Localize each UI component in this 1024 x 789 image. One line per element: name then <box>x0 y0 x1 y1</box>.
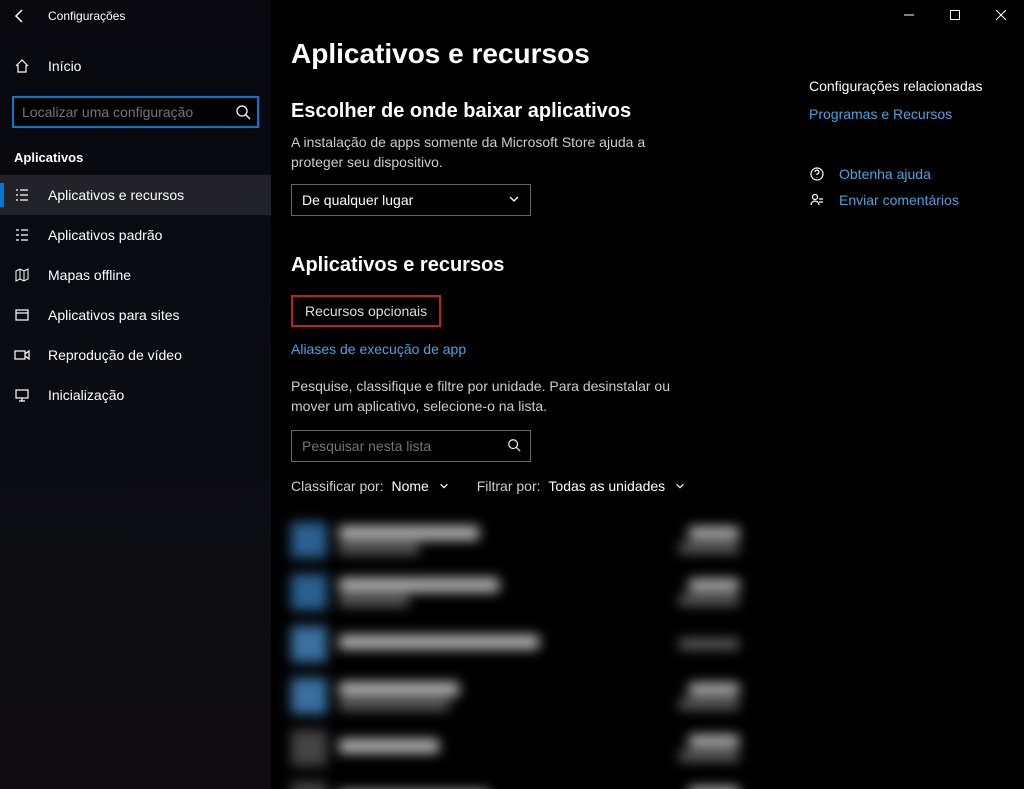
download-source-combo[interactable]: De qualquer lugar <box>291 184 531 216</box>
right-pane: Configurações relacionadas Programas e R… <box>799 0 1024 789</box>
map-icon <box>14 267 30 283</box>
sort-control[interactable]: Classificar por: Nome <box>291 478 449 494</box>
home-icon <box>14 58 30 74</box>
website-icon <box>14 307 30 323</box>
sidebar-item-apps-websites[interactable]: Aplicativos para sites <box>0 295 271 335</box>
section-heading-download: Escolher de onde baixar aplicativos <box>291 100 779 123</box>
sidebar-search <box>12 96 259 128</box>
filter-row: Classificar por: Nome Filtrar por: Todas… <box>291 478 779 494</box>
titlebar: Configurações <box>0 0 271 32</box>
content: Aplicativos e recursos Escolher de onde … <box>271 0 799 789</box>
sidebar-item-startup[interactable]: Inicialização <box>0 375 271 415</box>
send-feedback-link[interactable]: Enviar comentários <box>809 192 1004 208</box>
search-input[interactable] <box>12 96 259 128</box>
list-item[interactable] <box>291 722 779 774</box>
help-label: Obtenha ajuda <box>839 166 931 182</box>
chevron-down-icon <box>675 478 685 494</box>
sidebar-item-label: Inicialização <box>48 387 124 403</box>
defaults-icon <box>14 227 30 243</box>
sidebar-item-offline-maps[interactable]: Mapas offline <box>0 255 271 295</box>
sidebar: Configurações Início Aplicativos Aplicat… <box>0 0 271 789</box>
section-desc-apps: Pesquise, classifique e filtre por unida… <box>291 377 691 416</box>
app-search-input[interactable] <box>291 430 531 462</box>
close-button[interactable] <box>978 0 1024 30</box>
app-search <box>291 430 531 462</box>
sidebar-home[interactable]: Início <box>0 46 271 86</box>
maximize-button[interactable] <box>932 0 978 30</box>
filter-value: Todas as unidades <box>548 478 665 494</box>
sidebar-item-apps-features[interactable]: Aplicativos e recursos <box>0 175 271 215</box>
sidebar-section-label: Aplicativos <box>0 128 271 175</box>
sort-value: Nome <box>391 478 428 494</box>
filter-control[interactable]: Filtrar por: Todas as unidades <box>477 478 685 494</box>
search-icon <box>507 438 523 454</box>
optional-features-link[interactable]: Recursos opcionais <box>291 295 441 327</box>
section-heading-apps: Aplicativos e recursos <box>291 254 779 277</box>
sidebar-item-label: Mapas offline <box>48 267 131 283</box>
feedback-icon <box>809 192 827 208</box>
video-icon <box>14 347 30 363</box>
app-aliases-link[interactable]: Aliases de execução de app <box>291 341 466 357</box>
section-desc-download: A instalação de apps somente da Microsof… <box>291 133 691 172</box>
list-item[interactable] <box>291 514 779 566</box>
sidebar-item-label: Aplicativos para sites <box>48 307 180 323</box>
page-title: Aplicativos e recursos <box>291 38 779 70</box>
window-controls <box>886 0 1024 30</box>
feedback-label: Enviar comentários <box>839 192 959 208</box>
back-button[interactable] <box>8 4 32 28</box>
chevron-down-icon <box>439 478 449 494</box>
app-list <box>291 514 779 789</box>
combo-value: De qualquer lugar <box>302 192 413 208</box>
programs-features-link[interactable]: Programas e Recursos <box>809 106 1004 122</box>
list-item[interactable] <box>291 774 779 789</box>
related-settings-heading: Configurações relacionadas <box>809 78 1004 94</box>
list-icon <box>14 187 30 203</box>
get-help-link[interactable]: Obtenha ajuda <box>809 166 1004 182</box>
list-item[interactable] <box>291 670 779 722</box>
sidebar-item-label: Reprodução de vídeo <box>48 347 182 363</box>
filter-label: Filtrar por: <box>477 478 541 494</box>
sidebar-item-label: Aplicativos e recursos <box>48 187 184 203</box>
chevron-down-icon <box>508 192 520 208</box>
minimize-button[interactable] <box>886 0 932 30</box>
main-area: Aplicativos e recursos Escolher de onde … <box>271 0 1024 789</box>
list-item[interactable] <box>291 618 779 670</box>
startup-icon <box>14 387 30 403</box>
sidebar-item-video-playback[interactable]: Reprodução de vídeo <box>0 335 271 375</box>
sort-label: Classificar por: <box>291 478 384 494</box>
search-icon <box>235 104 251 120</box>
list-item[interactable] <box>291 566 779 618</box>
sidebar-home-label: Início <box>48 58 81 74</box>
sidebar-item-default-apps[interactable]: Aplicativos padrão <box>0 215 271 255</box>
sidebar-item-label: Aplicativos padrão <box>48 227 162 243</box>
help-icon <box>809 166 827 182</box>
window-title: Configurações <box>48 9 125 23</box>
